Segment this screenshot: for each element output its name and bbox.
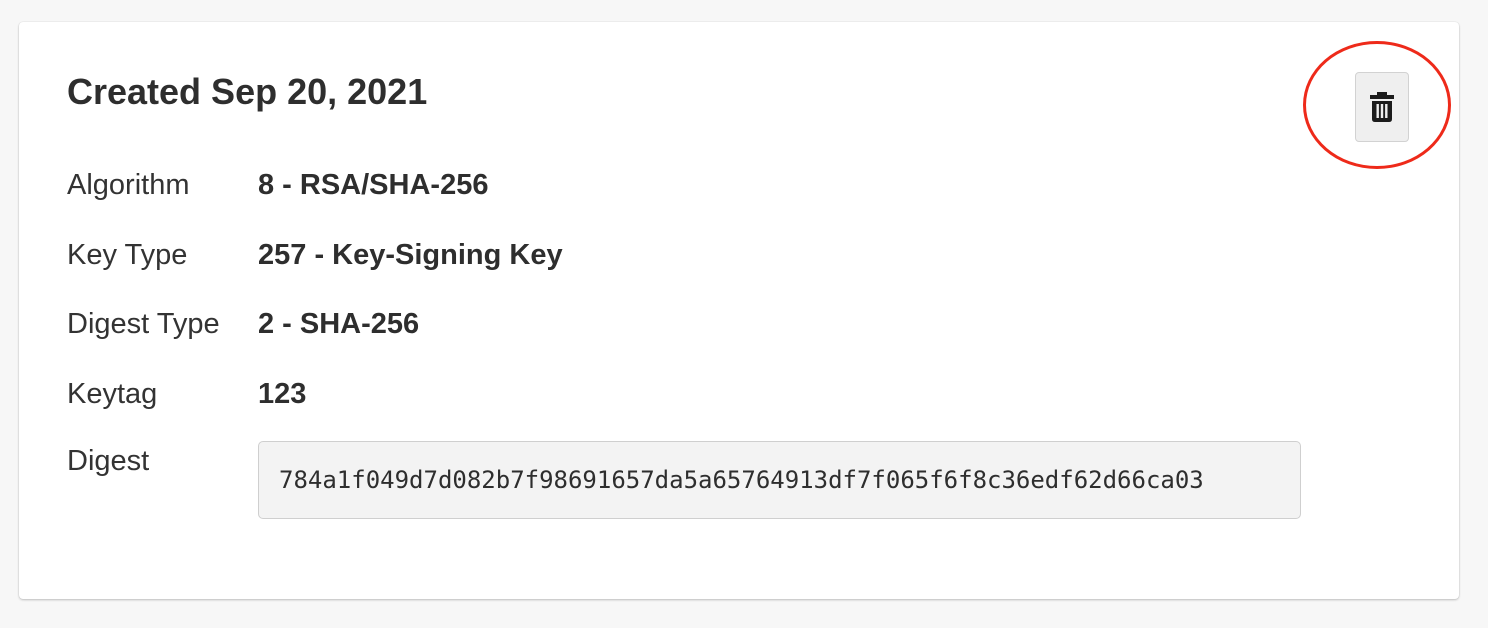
delete-button[interactable] bbox=[1355, 72, 1409, 142]
digest-row: Digest bbox=[67, 445, 258, 485]
keytag-row: Keytag 123 bbox=[67, 374, 306, 414]
trash-icon bbox=[1370, 92, 1394, 122]
digest-type-value: 2 - SHA-256 bbox=[258, 307, 420, 340]
key-type-value: 257 - Key-Signing Key bbox=[258, 238, 563, 271]
algorithm-row: Algorithm 8 - RSA/SHA-256 bbox=[67, 165, 488, 205]
digest-value-field[interactable]: 784a1f049d7d082b7f98691657da5a65764913df… bbox=[258, 441, 1301, 519]
key-type-label: Key Type bbox=[67, 238, 188, 271]
digest-type-row: Digest Type 2 - SHA-256 bbox=[67, 304, 419, 344]
keytag-label: Keytag bbox=[67, 377, 158, 410]
key-type-row: Key Type 257 - Key-Signing Key bbox=[67, 235, 563, 275]
digest-label: Digest bbox=[67, 445, 150, 477]
digest-type-label: Digest Type bbox=[67, 307, 220, 340]
card-title: Created Sep 20, 2021 bbox=[67, 71, 428, 112]
ds-record-card: Created Sep 20, 2021 Algorithm 8 - RSA/S… bbox=[19, 22, 1459, 599]
algorithm-value: 8 - RSA/SHA-256 bbox=[258, 168, 489, 201]
algorithm-label: Algorithm bbox=[67, 168, 190, 201]
keytag-value: 123 bbox=[258, 377, 307, 410]
